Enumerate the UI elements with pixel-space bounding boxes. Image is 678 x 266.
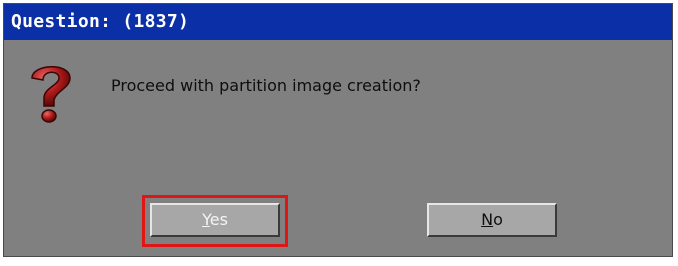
no-button[interactable]: No bbox=[427, 203, 557, 237]
yes-button-mnemonic: Y bbox=[202, 210, 210, 229]
no-button-mnemonic: N bbox=[481, 210, 494, 229]
dialog-body: Proceed with partition image creation? Y… bbox=[4, 40, 672, 256]
yes-button-label: es bbox=[209, 210, 228, 229]
dialog-window: Question: (1837) Proceed with partition … bbox=[3, 3, 673, 257]
dialog-message: Proceed with partition image creation? bbox=[111, 76, 421, 95]
title-bar[interactable]: Question: (1837) bbox=[4, 4, 672, 40]
no-button-label: o bbox=[493, 210, 503, 229]
dialog-title: Question: (1837) bbox=[11, 11, 190, 32]
question-mark-icon bbox=[31, 66, 71, 123]
yes-button[interactable]: Yes bbox=[150, 203, 280, 237]
